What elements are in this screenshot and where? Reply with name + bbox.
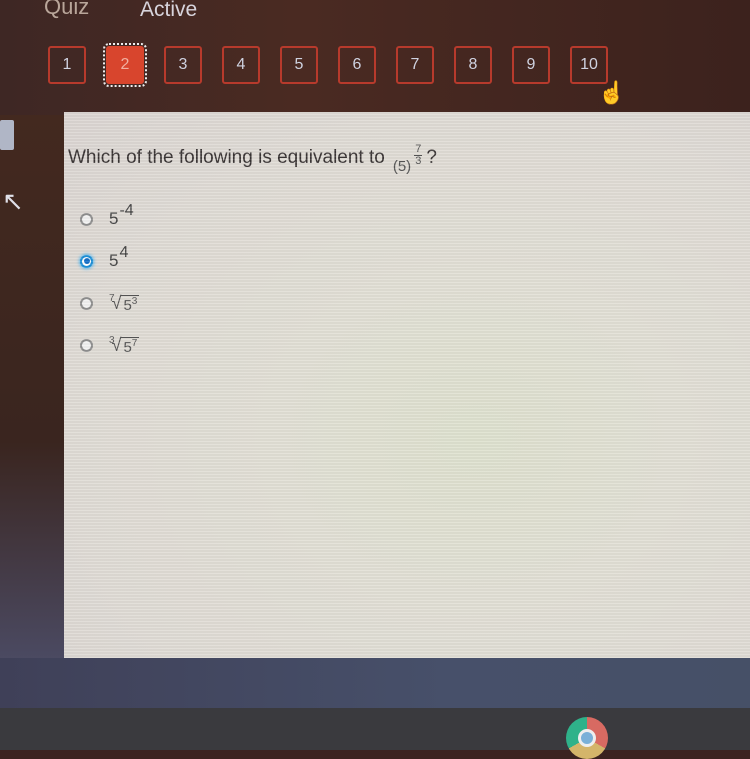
- question-button-1[interactable]: 1: [48, 46, 86, 84]
- question-button-10[interactable]: 10: [570, 46, 608, 84]
- radicand: 53: [121, 294, 140, 314]
- radicand-base: 5: [123, 296, 132, 314]
- question-button-7[interactable]: 7: [396, 46, 434, 84]
- option-label: 5-4: [109, 202, 134, 229]
- radicand: 57: [121, 336, 140, 356]
- root-index: 7: [109, 292, 115, 304]
- chrome-icon[interactable]: [566, 717, 608, 759]
- option-exponent: 4: [119, 244, 129, 261]
- question-button-5[interactable]: 5: [280, 46, 318, 84]
- question-button-2[interactable]: 2: [103, 43, 147, 87]
- question-button-3[interactable]: 3: [164, 46, 202, 84]
- expression-base: (5): [392, 158, 412, 175]
- calculator-icon[interactable]: [0, 120, 14, 150]
- answer-option-1[interactable]: 5-4: [80, 202, 139, 236]
- root-index: 3: [109, 334, 115, 346]
- exponent-denominator: 3: [415, 155, 422, 167]
- option-root-expression: 3 √ 57: [109, 334, 140, 356]
- radicand-exponent: 7: [131, 337, 138, 349]
- option-root-expression: 7 √ 53: [109, 292, 140, 314]
- answer-option-2[interactable]: 54: [80, 244, 139, 278]
- question-navigation: 1 2 3 4 5 6 7 8 9 10: [48, 43, 608, 87]
- question-mark: ?: [426, 147, 437, 168]
- option-exponent: -4: [119, 202, 134, 219]
- question-button-6[interactable]: 6: [338, 46, 376, 84]
- question-button-4[interactable]: 4: [222, 46, 260, 84]
- question-prompt: Which of the following is equivalent to …: [68, 144, 437, 176]
- tab-active[interactable]: Active: [140, 0, 197, 22]
- radicand-base: 5: [123, 338, 132, 356]
- expression-exponent: 7 3: [414, 144, 423, 167]
- option-label: 54: [109, 244, 128, 271]
- question-card: Which of the following is equivalent to …: [64, 112, 750, 658]
- radio-button[interactable]: [80, 296, 93, 310]
- radio-button[interactable]: [80, 212, 93, 226]
- radio-button[interactable]: [80, 338, 93, 352]
- radicand-exponent: 3: [131, 295, 138, 307]
- option-base: 5: [109, 251, 119, 270]
- question-text: Which of the following is equivalent to: [68, 147, 385, 168]
- hand-cursor-icon: ☝: [598, 80, 626, 105]
- question-button-9[interactable]: 9: [512, 46, 550, 84]
- answer-option-3[interactable]: 7 √ 53: [80, 286, 140, 320]
- radio-button-selected[interactable]: [80, 254, 93, 268]
- question-button-8[interactable]: 8: [454, 46, 492, 84]
- option-base: 5: [109, 209, 119, 228]
- tab-quiz[interactable]: Quiz: [44, 0, 89, 20]
- header-bar: Quiz Active 1 2 3 4 5 6 7 8 9 10 ☝: [0, 0, 750, 115]
- footer-bar: [0, 658, 750, 708]
- answer-option-4[interactable]: 3 √ 57: [80, 328, 140, 362]
- answer-options: 5-4 54 7 √ 53 3 √ 57: [80, 202, 140, 370]
- question-expression: (5) 7 3: [393, 144, 424, 175]
- pointer-tool-icon[interactable]: ↖: [2, 186, 24, 217]
- taskbar: [0, 708, 750, 750]
